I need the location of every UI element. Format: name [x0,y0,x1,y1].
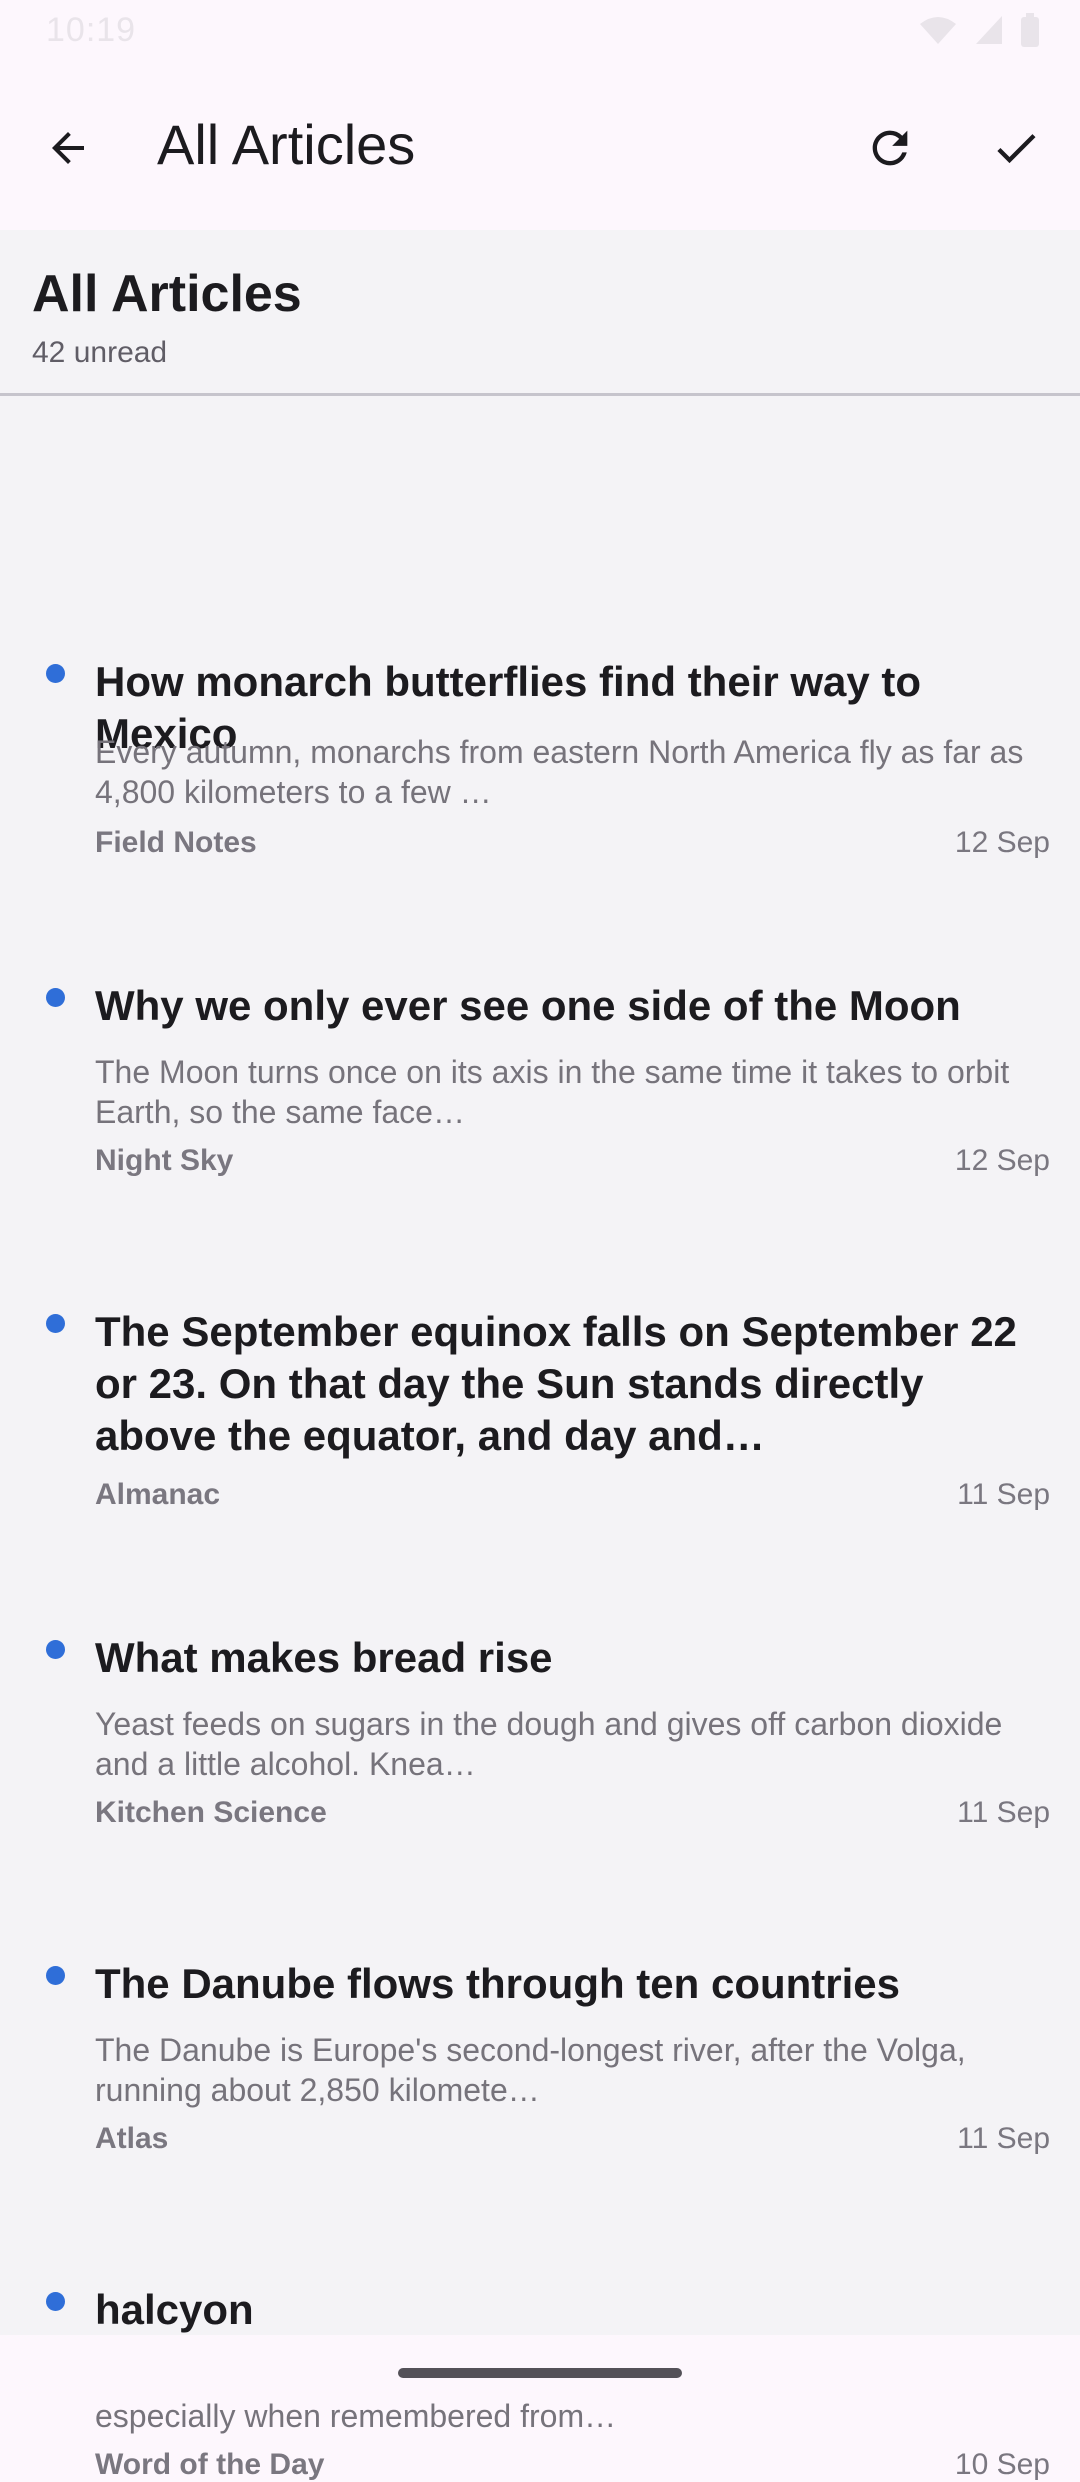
battery-icon [1021,13,1039,47]
article-item[interactable]: halcyon halcyon · adjective Calm and pea… [0,2044,1080,2481]
article-item[interactable]: How monarch butterflies find their way t… [0,416,1080,859]
article-source: Word of the Day [95,2448,325,2481]
article-title: What makes bread rise [95,1634,553,1681]
list-header: All Articles 42 unread [0,230,1080,396]
unread-dot [46,1966,65,1985]
status-time: 10:19 [46,10,137,49]
unread-dot [46,664,65,683]
article-title: halcyon [95,2286,254,2333]
list-title: All Articles [32,265,302,323]
article-item[interactable]: Why we only ever see one side of the Moo… [0,730,1080,1177]
mark-all-read-button[interactable] [982,114,1050,182]
signal-icon [976,16,1002,44]
arrow-back-icon [52,132,84,164]
unread-dot [46,1314,65,1333]
unread-dot [46,1640,65,1659]
unread-dot [46,2292,65,2311]
app-bar: All Articles [0,84,1080,212]
article-item[interactable]: The September equinox falls on September… [0,1064,1080,1511]
article-title: Why we only ever see one side of the Moo… [95,982,961,1029]
article-date: 10 Sep [954,2448,1050,2481]
status-bar: 10:19 [0,0,1080,60]
refresh-button[interactable] [856,114,924,182]
unread-dot [46,988,65,1007]
article-title: The Danube flows through ten countries [95,1960,901,2007]
refresh-icon [872,130,908,166]
app-bar-title: All Articles [157,113,416,176]
gesture-nav-area [0,2335,1080,2400]
back-button[interactable] [36,116,100,180]
article-item[interactable]: What makes bread rise Yeast feeds on sug… [0,1392,1080,1829]
check-icon [997,134,1036,164]
gesture-handle[interactable] [398,2368,682,2378]
status-icons [918,13,1040,47]
article-item[interactable]: The Danube flows through ten countries T… [0,1718,1080,2155]
article-list-area: All Articles 42 unread How monarch butte… [0,230,1080,2481]
wifi-icon [920,17,956,44]
unread-count: 42 unread [32,336,168,369]
